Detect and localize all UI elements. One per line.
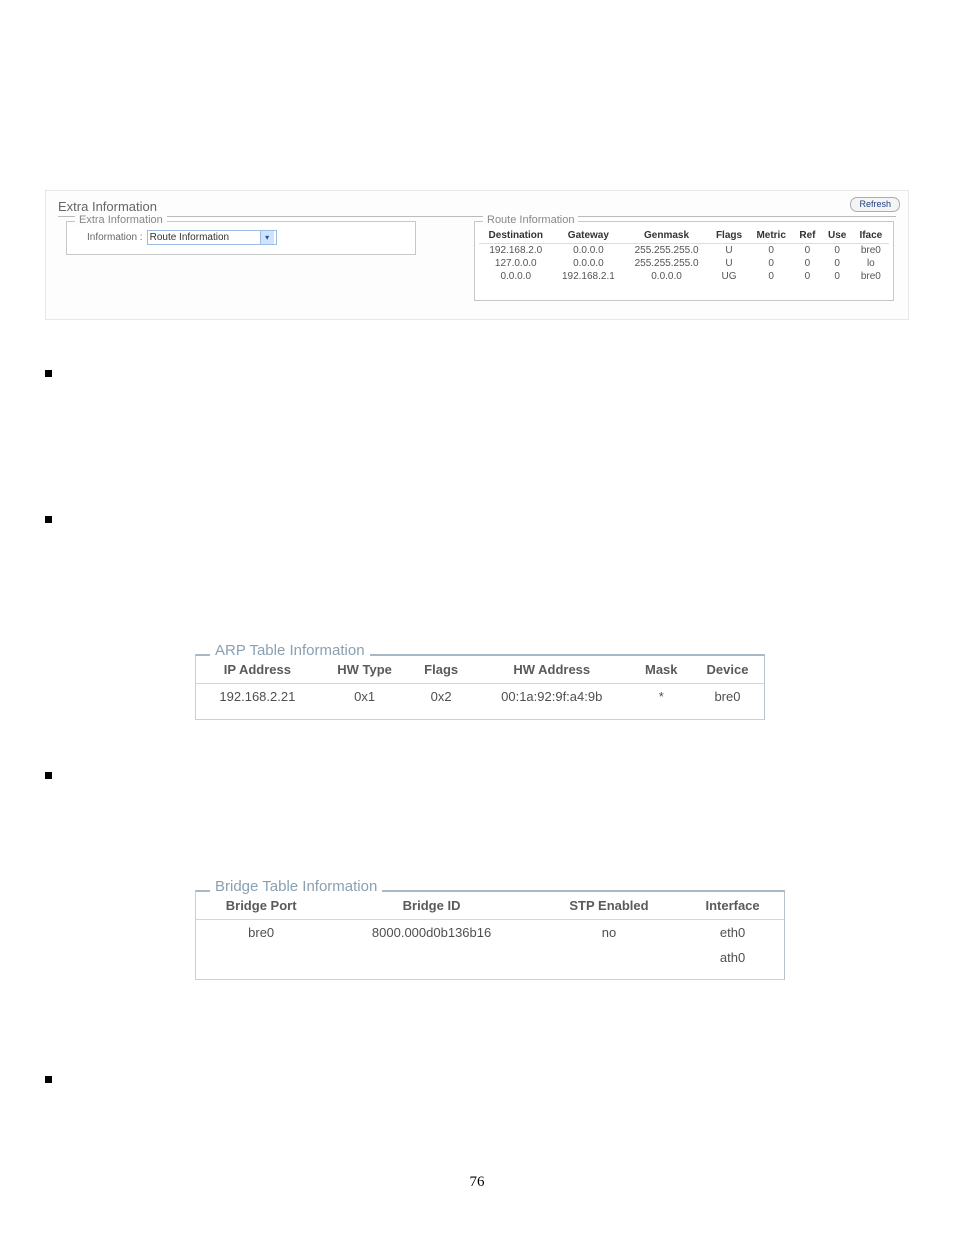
arp-legend: ARP Table Information bbox=[210, 642, 370, 659]
cell: 255.255.255.0 bbox=[624, 244, 709, 258]
bullet-icon bbox=[45, 772, 52, 779]
arp-th: Flags bbox=[410, 656, 471, 684]
bridge-table-fieldset: Bridge Table Information Bridge Port Bri… bbox=[195, 890, 785, 980]
cell: 192.168.2.1 bbox=[553, 270, 625, 283]
table-row: bre0 8000.000d0b136b16 no eth0 bbox=[196, 920, 784, 946]
cell: bre0 bbox=[196, 920, 326, 946]
extra-info-fieldset: Extra Information Information : Route In… bbox=[66, 221, 416, 255]
cell: * bbox=[632, 684, 691, 710]
bullet-icon bbox=[45, 1076, 52, 1083]
cell: 8000.000d0b136b16 bbox=[326, 920, 537, 946]
extra-info-legend: Extra Information bbox=[75, 214, 167, 226]
cell bbox=[537, 945, 681, 970]
route-th: Flags bbox=[709, 228, 749, 244]
route-th: Genmask bbox=[624, 228, 709, 244]
cell: 255.255.255.0 bbox=[624, 257, 709, 270]
cell: 0 bbox=[793, 270, 821, 283]
route-th: Use bbox=[822, 228, 853, 244]
cell: 0 bbox=[749, 270, 793, 283]
arp-th: HW Address bbox=[472, 656, 632, 684]
table-row: 0.0.0.0 192.168.2.1 0.0.0.0 UG 0 0 0 bre… bbox=[479, 270, 889, 283]
cell: 0 bbox=[822, 244, 853, 258]
cell bbox=[196, 945, 326, 970]
table-row: 192.168.2.21 0x1 0x2 00:1a:92:9f:a4:9b *… bbox=[196, 684, 764, 710]
cell: lo bbox=[853, 257, 889, 270]
cell: bre0 bbox=[853, 244, 889, 258]
cell: 0 bbox=[822, 257, 853, 270]
arp-th: HW Type bbox=[319, 656, 411, 684]
route-th: Ref bbox=[793, 228, 821, 244]
arp-th: IP Address bbox=[196, 656, 319, 684]
cell: 127.0.0.0 bbox=[479, 257, 553, 270]
cell: 0 bbox=[793, 257, 821, 270]
cell: 0x1 bbox=[319, 684, 411, 710]
chevron-down-icon: ▾ bbox=[260, 231, 274, 244]
bridge-th: Bridge ID bbox=[326, 892, 537, 920]
information-label: Information : bbox=[87, 232, 143, 243]
arp-table-fieldset: ARP Table Information IP Address HW Type… bbox=[195, 654, 765, 720]
information-select[interactable]: Route Information ▾ bbox=[147, 230, 277, 245]
table-row: 192.168.2.0 0.0.0.0 255.255.255.0 U 0 0 … bbox=[479, 244, 889, 258]
information-select-value: Route Information bbox=[150, 232, 230, 243]
route-th: Metric bbox=[749, 228, 793, 244]
cell: bre0 bbox=[691, 684, 764, 710]
route-table: Destination Gateway Genmask Flags Metric… bbox=[479, 228, 889, 283]
bridge-table: Bridge Port Bridge ID STP Enabled Interf… bbox=[196, 892, 784, 970]
bridge-legend: Bridge Table Information bbox=[210, 878, 382, 895]
cell: 0.0.0.0 bbox=[624, 270, 709, 283]
cell: no bbox=[537, 920, 681, 946]
cell: 192.168.2.0 bbox=[479, 244, 553, 258]
cell: U bbox=[709, 244, 749, 258]
cell: 192.168.2.21 bbox=[196, 684, 319, 710]
extra-info-panel: Extra Information Refresh Extra Informat… bbox=[45, 190, 909, 320]
table-row: 127.0.0.0 0.0.0.0 255.255.255.0 U 0 0 0 … bbox=[479, 257, 889, 270]
route-info-fieldset: Route Information Destination Gateway Ge… bbox=[474, 221, 894, 301]
bridge-th: Interface bbox=[681, 892, 784, 920]
cell: ath0 bbox=[681, 945, 784, 970]
bridge-th: Bridge Port bbox=[196, 892, 326, 920]
cell: bre0 bbox=[853, 270, 889, 283]
cell: U bbox=[709, 257, 749, 270]
route-th: Destination bbox=[479, 228, 553, 244]
cell: 0 bbox=[822, 270, 853, 283]
cell: 0 bbox=[749, 257, 793, 270]
cell: eth0 bbox=[681, 920, 784, 946]
arp-table: IP Address HW Type Flags HW Address Mask… bbox=[196, 656, 764, 709]
cell: UG bbox=[709, 270, 749, 283]
cell: 0 bbox=[749, 244, 793, 258]
panel-title: Extra Information bbox=[58, 199, 896, 217]
arp-th: Device bbox=[691, 656, 764, 684]
cell: 0x2 bbox=[410, 684, 471, 710]
cell: 0.0.0.0 bbox=[553, 257, 625, 270]
route-th: Gateway bbox=[553, 228, 625, 244]
cell: 0.0.0.0 bbox=[479, 270, 553, 283]
refresh-button[interactable]: Refresh bbox=[850, 197, 900, 212]
cell: 00:1a:92:9f:a4:9b bbox=[472, 684, 632, 710]
bridge-th: STP Enabled bbox=[537, 892, 681, 920]
cell: 0 bbox=[793, 244, 821, 258]
route-info-legend: Route Information bbox=[483, 214, 578, 226]
table-row: ath0 bbox=[196, 945, 784, 970]
route-th: Iface bbox=[853, 228, 889, 244]
cell: 0.0.0.0 bbox=[553, 244, 625, 258]
page-number: 76 bbox=[0, 1174, 954, 1191]
arp-th: Mask bbox=[632, 656, 691, 684]
bullet-icon bbox=[45, 370, 52, 377]
bullet-icon bbox=[45, 516, 52, 523]
cell bbox=[326, 945, 537, 970]
